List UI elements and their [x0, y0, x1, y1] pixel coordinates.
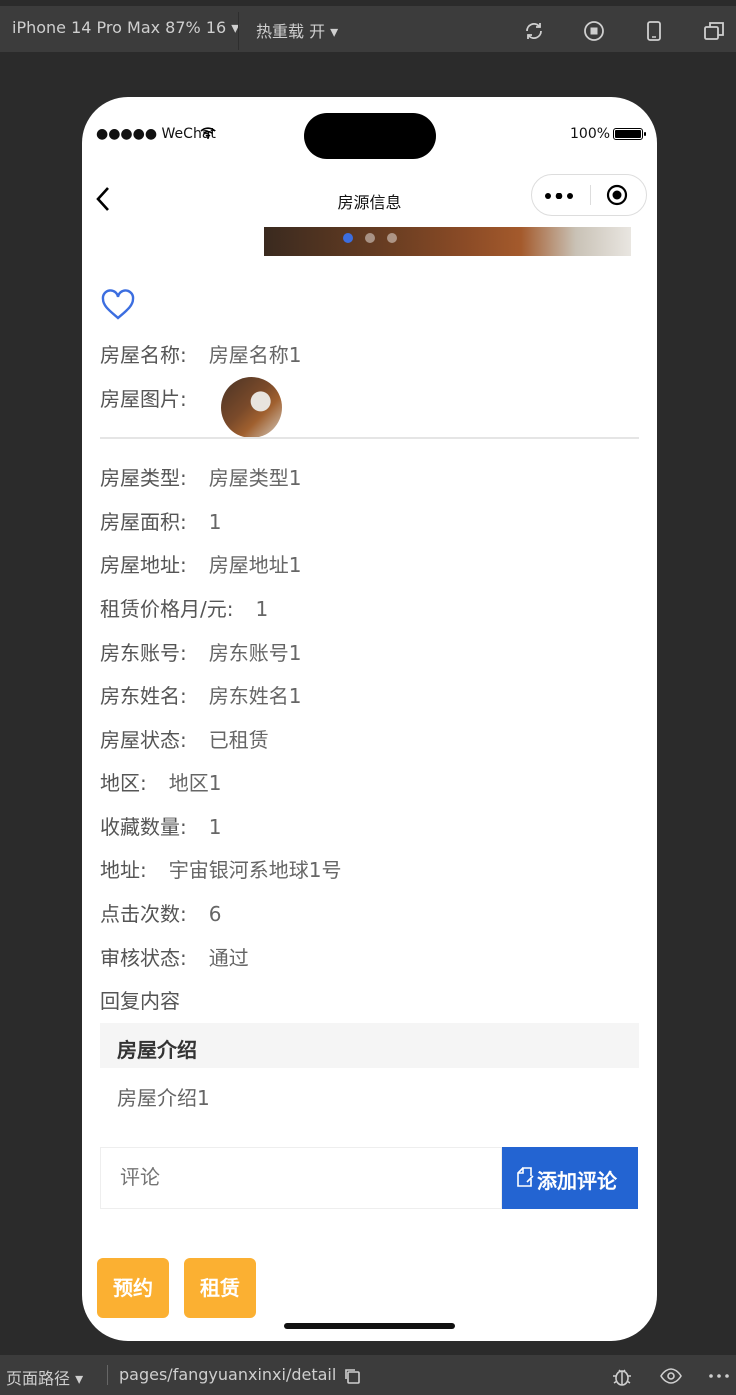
field-row: 房屋名称: 房屋名称1 [100, 343, 302, 367]
field-row: 点击次数: 6 [100, 902, 222, 926]
field-row: 租赁价格月/元: 1 [100, 597, 269, 621]
swiper-dot[interactable] [365, 233, 375, 243]
eye-icon[interactable] [660, 1365, 682, 1387]
add-comment-button[interactable]: 添加评论 [502, 1147, 638, 1209]
image-swiper[interactable] [264, 227, 631, 256]
stop-icon[interactable] [583, 20, 605, 42]
field-row: 房屋图片: [100, 387, 187, 411]
battery-icon [613, 128, 646, 140]
house-image-thumbnail[interactable] [221, 377, 282, 438]
edit-doc-icon [517, 1167, 534, 1187]
phone-screen: ●●●●● WeChat 100% 房源信息 房屋名称: 房屋名称1 房屋图片: … [82, 97, 657, 1341]
field-row: 房屋状态: 已租赁 [100, 728, 269, 752]
heart-icon[interactable] [100, 289, 136, 321]
rotate-icon[interactable] [523, 20, 545, 42]
comment-box [100, 1147, 502, 1209]
wifi-icon [200, 127, 216, 139]
reserve-button[interactable]: 预约 [97, 1258, 169, 1318]
phone-icon[interactable] [643, 20, 665, 42]
dynamic-island [304, 113, 436, 159]
close-miniprogram-icon[interactable] [606, 184, 628, 206]
page-path-dropdown[interactable]: 页面路径 ▾ [6, 1365, 83, 1389]
field-row: 地址: 宇宙银河系地球1号 [100, 858, 342, 882]
battery-percent: 100% [570, 126, 611, 142]
intro-body: 房屋介绍1 [117, 1086, 210, 1110]
statusbar-divider [107, 1365, 108, 1385]
copy-icon[interactable] [343, 1367, 361, 1385]
add-comment-label: 添加评论 [537, 1169, 617, 1193]
more-options-icon[interactable] [708, 1365, 730, 1387]
more-icon[interactable] [545, 193, 577, 199]
swiper-dot[interactable] [387, 233, 397, 243]
swiper-dot[interactable] [343, 233, 353, 243]
devtools-toolbar: iPhone 14 Pro Max 87% 16 ▾ 热重载 开 ▾ [0, 0, 736, 52]
field-row: 房屋面积: 1 [100, 510, 222, 534]
field-row: 房屋地址: 房屋地址1 [100, 553, 302, 577]
page-path: pages/fangyuanxinxi/detail [119, 1365, 337, 1384]
intro-header: 房屋介绍 [100, 1023, 639, 1068]
device-selector[interactable]: iPhone 14 Pro Max 87% 16 ▾ [12, 18, 239, 37]
home-indicator [284, 1323, 455, 1329]
field-row: 收藏数量: 1 [100, 815, 222, 839]
field-row: 地区: 地区1 [100, 771, 222, 795]
hot-reload-toggle[interactable]: 热重载 开 ▾ [256, 18, 338, 42]
divider [100, 437, 639, 439]
field-row: 审核状态: 通过 [100, 946, 249, 970]
devtools-statusbar: 页面路径 ▾ pages/fangyuanxinxi/detail [0, 1355, 736, 1395]
field-row: 房东账号: 房东账号1 [100, 641, 302, 665]
field-row: 房东姓名: 房东姓名1 [100, 684, 302, 708]
capsule-menu [531, 174, 647, 216]
carrier-label: ●●●●● WeChat [96, 126, 216, 142]
window-icon[interactable] [703, 20, 725, 42]
capsule-divider [590, 185, 591, 205]
rent-button[interactable]: 租赁 [184, 1258, 256, 1318]
toolbar-divider [238, 12, 239, 50]
comment-input[interactable] [118, 1164, 482, 1190]
intro-heading: 房屋介绍 [117, 1038, 197, 1062]
bug-icon[interactable] [611, 1365, 633, 1387]
field-row: 房屋类型: 房屋类型1 [100, 466, 302, 490]
field-row: 回复内容 [100, 989, 180, 1013]
